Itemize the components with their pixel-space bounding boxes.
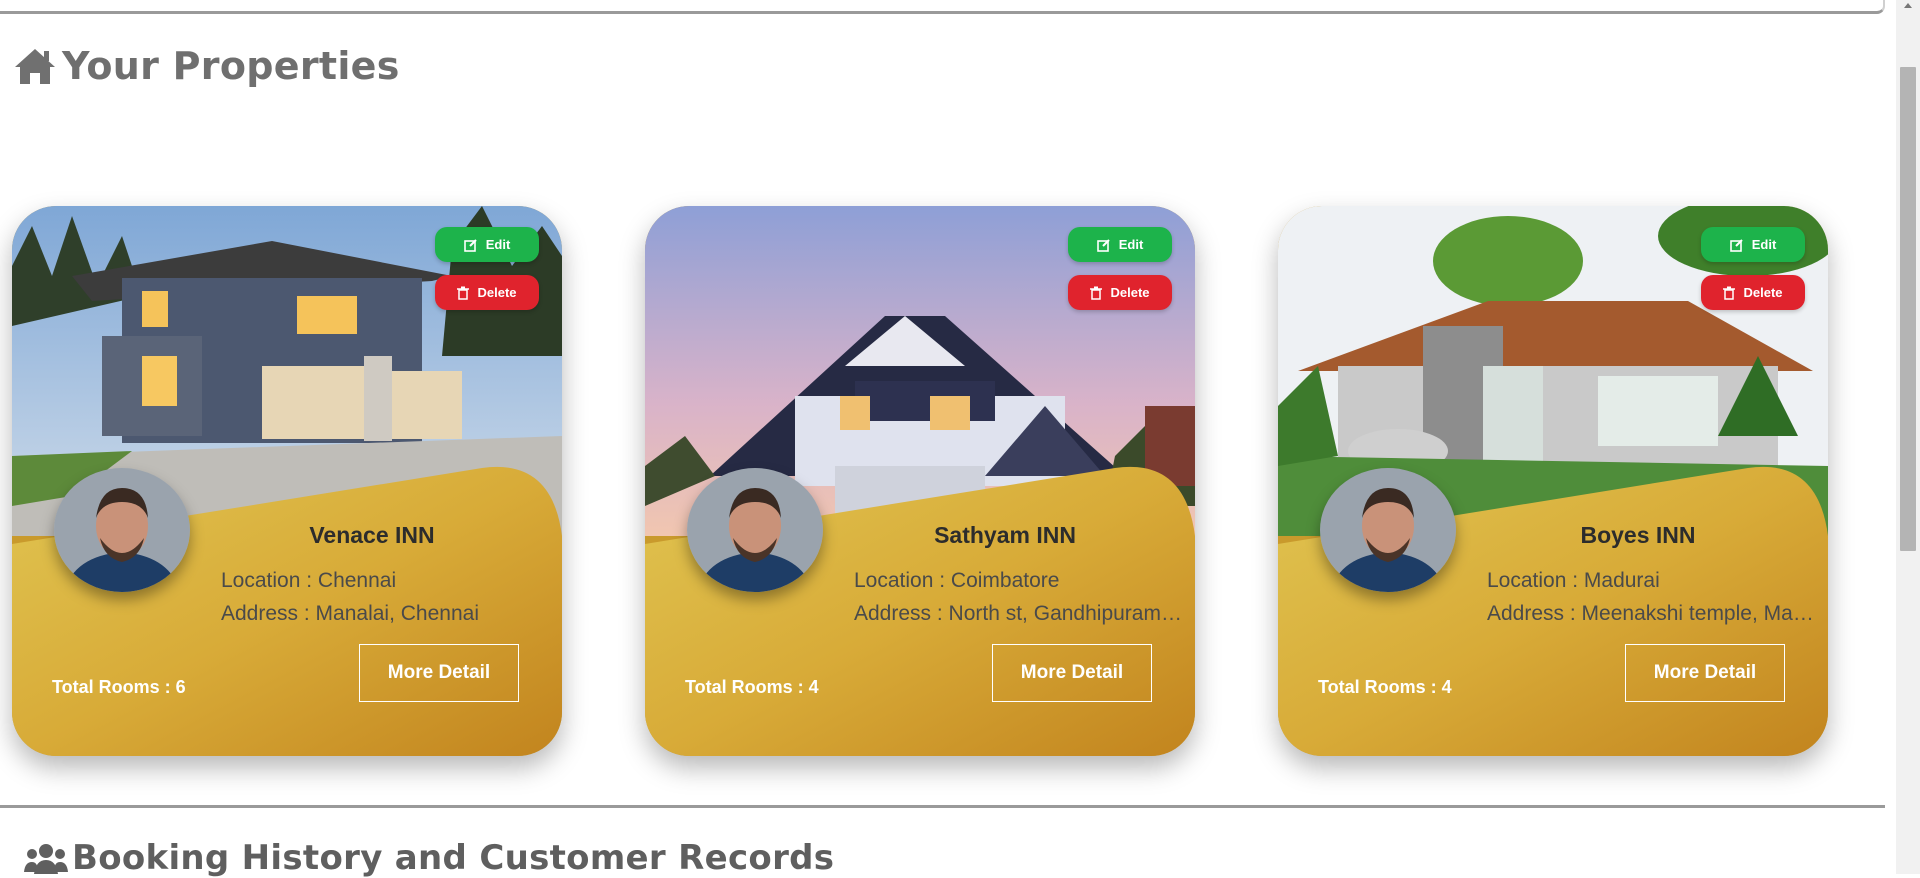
edit-button[interactable]: Edit (1701, 227, 1805, 262)
property-address: Address : North st, Gandhipuram, Coimbat… (854, 602, 1184, 625)
delete-button[interactable]: Delete (1068, 275, 1172, 310)
page-title: Your Properties (62, 44, 400, 88)
vertical-scrollbar[interactable] (1896, 0, 1920, 874)
section-divider (0, 805, 1885, 808)
avatar (1320, 468, 1456, 592)
property-card: Edit Delete Venace INN Location : Chenna… (12, 206, 562, 756)
edit-icon (1096, 238, 1110, 252)
property-location: Location : Madurai (1487, 569, 1660, 592)
avatar (54, 468, 190, 592)
properties-heading: Your Properties (12, 44, 400, 88)
delete-button[interactable]: Delete (1701, 275, 1805, 310)
scrollbar-thumb[interactable] (1900, 67, 1916, 551)
scroll-up-arrow-icon[interactable] (1904, 3, 1912, 8)
users-icon (24, 844, 68, 874)
property-name: Boyes INN (1580, 522, 1696, 548)
edit-button[interactable]: Edit (435, 227, 539, 262)
property-address: Address : Manalai, Chennai (221, 602, 479, 625)
trash-icon (1723, 286, 1736, 300)
property-location: Location : Coimbatore (854, 569, 1060, 592)
edit-button[interactable]: Edit (1068, 227, 1172, 262)
more-detail-button[interactable]: More Detail (1625, 644, 1785, 702)
edit-icon (1729, 238, 1743, 252)
total-rooms: Total Rooms : 4 (1318, 677, 1452, 697)
property-card: Edit Delete Sathyam INN Location : Coimb… (645, 206, 1195, 756)
total-rooms: Total Rooms : 6 (52, 677, 186, 697)
home-icon (15, 49, 55, 84)
trash-icon (1090, 286, 1103, 300)
property-location: Location : Chennai (221, 569, 397, 592)
trash-icon (457, 286, 470, 300)
property-card: Edit Delete Boyes INN Location : Madurai… (1278, 206, 1828, 756)
more-detail-button[interactable]: More Detail (359, 644, 519, 702)
more-detail-button[interactable]: More Detail (992, 644, 1152, 702)
property-address: Address : Meenakshi temple, Madurai (1487, 602, 1817, 625)
section-title: Booking History and Customer Records (72, 838, 835, 878)
total-rooms: Total Rooms : 4 (685, 677, 819, 697)
edit-icon (463, 238, 477, 252)
property-name: Sathyam INN (934, 522, 1076, 548)
booking-history-heading: Booking History and Customer Records (24, 838, 834, 878)
property-name: Venace INN (309, 522, 435, 548)
top-frame (0, 0, 1885, 14)
delete-button[interactable]: Delete (435, 275, 539, 310)
avatar (687, 468, 823, 592)
